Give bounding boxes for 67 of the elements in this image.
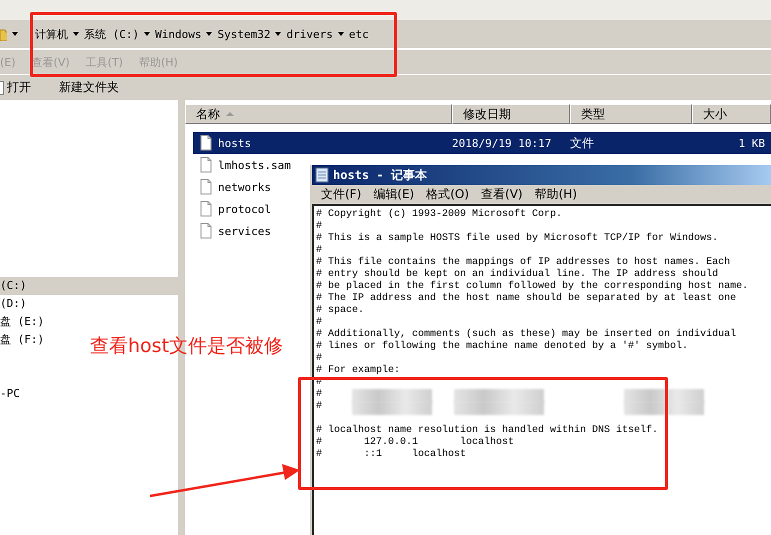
file-type: 文件	[570, 136, 594, 150]
file-icon	[200, 157, 212, 173]
breadcrumb[interactable]: etc	[348, 28, 369, 40]
text-line: #	[316, 353, 322, 365]
text-line: #	[316, 317, 322, 329]
file-icon	[200, 135, 212, 151]
selected-file-row[interactable]: hosts 2018/9/19 10:17 文件 1 KB	[193, 132, 771, 154]
annotation-text: 查看host文件是否被修	[90, 334, 284, 359]
text-line: # This file contains the mappings of IP addresses to host names. Each	[316, 257, 730, 268]
text-line: # entry should be kept on an individual line. The IP address should	[316, 269, 718, 280]
menu-item[interactable]: 查看(V)	[475, 186, 529, 203]
nav-item[interactable]: 盘 (F:)	[0, 331, 44, 349]
dropdown-arrow-icon[interactable]	[73, 32, 79, 36]
dropdown-arrow-icon[interactable]	[12, 32, 18, 36]
text-line: # be placed in the first column followed by the corresponding host name.	[316, 281, 748, 292]
file-icon	[200, 223, 212, 239]
file-size: 1 KB	[738, 136, 765, 150]
file-name: protocol	[218, 202, 271, 216]
text-line: # space.	[316, 305, 364, 317]
file-date: 2018/9/19 10:17	[452, 136, 552, 150]
text-area[interactable]	[312, 204, 771, 535]
dropdown-arrow-icon[interactable]	[275, 32, 282, 36]
nav-item[interactable]: -PC	[0, 385, 20, 403]
text-line: # This is a sample HOSTS file used by Microsoft TCP/IP for Windows.	[316, 233, 718, 245]
text-line: # 127.0.0.1 localhost	[316, 437, 514, 448]
breadcrumb[interactable]: System32	[217, 28, 270, 40]
breadcrumb[interactable]: 系统 (C:)	[84, 26, 140, 42]
file-name: lmhosts.sam	[218, 158, 291, 172]
column-header[interactable]: 类型	[570, 104, 692, 124]
menu-item[interactable]: 帮助(H)	[528, 186, 583, 203]
file-icon	[0, 80, 4, 94]
toolbar-button[interactable]: 新建文件夹	[55, 77, 123, 98]
dropdown-arrow-icon[interactable]	[144, 32, 150, 36]
nav-item[interactable]: 盘 (E:)	[0, 313, 44, 331]
dropdown-arrow-icon[interactable]	[206, 32, 212, 36]
breadcrumb[interactable]: Windows	[155, 28, 202, 40]
file-icon	[200, 201, 212, 217]
text-line: #	[316, 221, 322, 233]
menu-item[interactable]: 格式(O)	[420, 186, 476, 203]
text-line: # lines or following the machine name denoted by a '#' symbol.	[316, 341, 688, 353]
text-line: #	[316, 389, 322, 401]
text-line: # For example:	[316, 365, 400, 377]
menu-item[interactable]: 文件(F)	[315, 186, 368, 203]
text-line: # Additionally, comments (such as these) may be inserted on individual	[316, 329, 736, 340]
dropdown-arrow-icon[interactable]	[338, 32, 344, 36]
breadcrumb[interactable]: drivers	[286, 28, 333, 40]
window-title: hosts - 记事本	[333, 166, 427, 184]
file-name: hosts	[218, 136, 252, 150]
file-name: services	[218, 224, 271, 238]
menu-item[interactable]: 编辑(E)	[367, 186, 420, 203]
file-name: networks	[218, 180, 271, 194]
text-line: # localhost name resolution is handled within DNS itself.	[316, 425, 658, 436]
column-header[interactable]: 名称	[185, 104, 452, 124]
column-header[interactable]: 修改日期	[452, 104, 570, 124]
nav-item[interactable]: (D:)	[0, 295, 26, 313]
notepad-icon	[315, 167, 329, 183]
breadcrumb[interactable]: 计算机	[35, 26, 68, 42]
file-icon	[200, 179, 212, 195]
text-line: #	[316, 401, 322, 413]
toolbar-button[interactable]: 打开	[0, 77, 35, 98]
nav-item[interactable]: (C:)	[0, 277, 178, 295]
column-header[interactable]: 大小	[692, 104, 771, 124]
folder-icon	[0, 27, 7, 41]
text-line: # ::1 localhost	[316, 449, 466, 461]
text-line: # The IP address and the host name should be separated by at least one	[316, 293, 736, 305]
text-line: #	[316, 245, 322, 257]
text-line: # Copyright (c) 1993-2009 Microsoft Corp.	[316, 209, 562, 221]
